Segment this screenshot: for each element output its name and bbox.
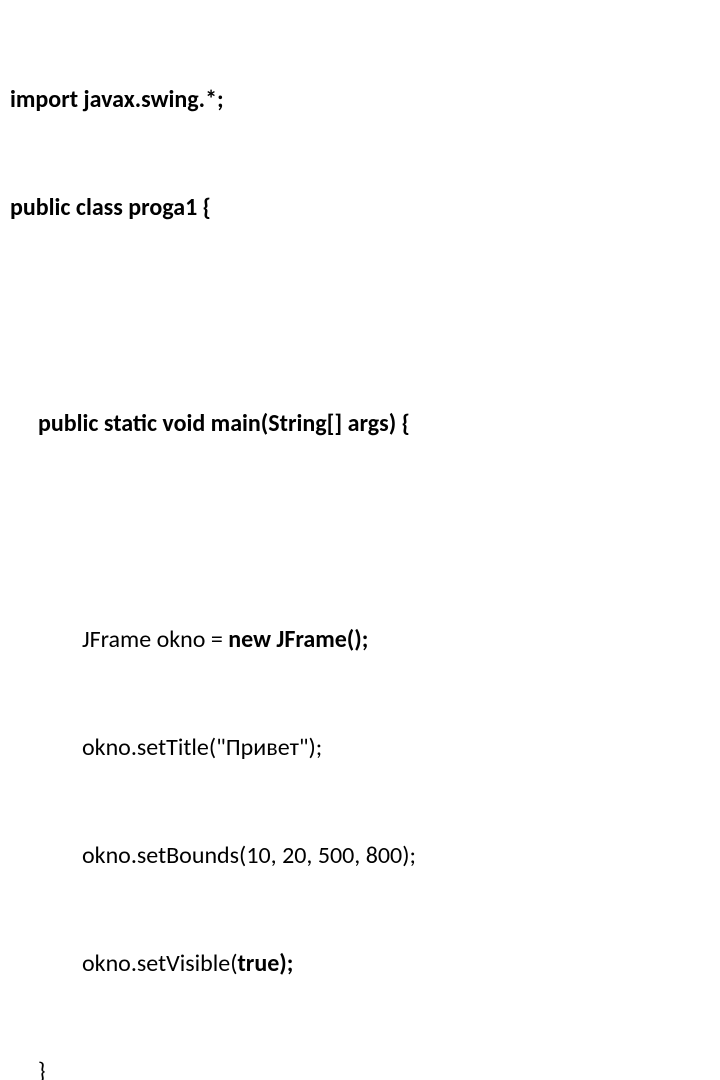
code-line-import: import javax.swing.*; (10, 82, 710, 118)
code-text-bold: true); (237, 949, 293, 978)
code-line-setvisible: okno.setVisible(true); (10, 946, 710, 982)
code-line-class-decl: public class proga1 { (10, 190, 710, 226)
code-line-blank (10, 298, 710, 334)
code-text-bold: new JFrame(); (228, 625, 368, 654)
code-line-close-method: } (10, 1054, 710, 1080)
code-line-main-method: public static void main(String[] args) { (10, 406, 710, 442)
code-line-blank (10, 514, 710, 550)
code-line-settitle: okno.setTitle("Привет"); (10, 730, 710, 766)
code-text: JFrame okno = (82, 625, 228, 654)
code-text: okno.setVisible( (82, 949, 237, 978)
code-block: import javax.swing.*; public class proga… (10, 10, 710, 1080)
code-line-setbounds: okno.setBounds(10, 20, 500, 800); (10, 838, 710, 874)
code-line-jframe-new: JFrame okno = new JFrame(); (10, 622, 710, 658)
